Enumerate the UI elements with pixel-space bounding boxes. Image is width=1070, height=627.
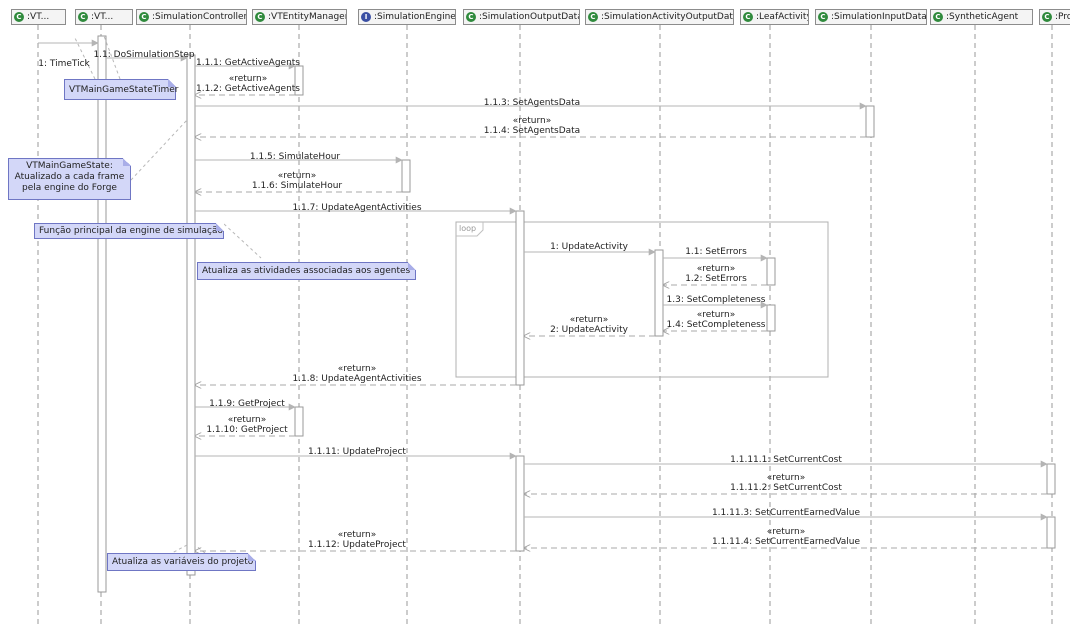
message-label-m1_1_5: 1.1.5: SimulateHour <box>249 152 341 162</box>
class-icon: C <box>139 12 149 22</box>
lifeline-header-outdata[interactable]: C:SimulationOutputData <box>463 9 580 25</box>
loop-operator-label: loop <box>459 224 477 233</box>
lifeline-header-vt1[interactable]: C:VT... <box>11 9 66 25</box>
return-message-label-m1_1_6: «return» 1.1.6: SimulateHour <box>251 171 343 191</box>
lifeline-label: :LeafActivity <box>756 12 809 22</box>
activation-bar[interactable] <box>97 35 107 593</box>
message-label-m1_1_11_1: 1.1.11.1: SetCurrentCost <box>730 455 842 465</box>
return-message-label-m1_1_11_2: «return» 1.1.11.2: SetCurrentCost <box>730 473 842 493</box>
lifeline-label: :SimulationInputData <box>831 12 927 22</box>
return-message-label-m1_1_4: «return» 1.1.4: SetAgentsData <box>483 116 581 136</box>
message-label-m1_1_11: 1.1.11: UpdateProject <box>308 447 406 457</box>
lifeline-header-proj[interactable]: C:Projec <box>1039 9 1070 25</box>
activation-bar[interactable] <box>654 249 664 337</box>
note-main[interactable]: Função principal da engine de simulação <box>34 223 224 239</box>
note-agents[interactable]: Atualiza as atividades associadas aos ag… <box>197 262 416 280</box>
lifeline-label: :VTEntityManager <box>268 12 347 22</box>
message-label-mL1: 1: UpdateActivity <box>550 242 628 252</box>
activation-bar[interactable] <box>766 304 776 332</box>
lifeline-label: :SimulationController <box>152 12 247 22</box>
activation-bar[interactable] <box>515 210 525 386</box>
return-message-label-m1_1_2: «return» 1.1.2: GetActiveAgents <box>195 74 301 94</box>
return-message-label-m1_1_11_4: «return» 1.1.11.4: SetCurrentEarnedValue <box>711 527 861 547</box>
lifeline-label: :SimulationOutputData <box>479 12 580 22</box>
lifeline-header-leaf[interactable]: C:LeafActivity <box>740 9 809 25</box>
activation-bar[interactable] <box>294 406 304 437</box>
return-message-label-mL2: «return» 2: UpdateActivity <box>550 315 628 335</box>
lifeline-label: :VT... <box>27 12 50 22</box>
note-connector <box>223 223 262 259</box>
activation-bar[interactable] <box>1046 463 1056 495</box>
lifeline-label: :SyntheticAgent <box>946 12 1019 22</box>
message-label-m1_1_7: 1.1.7: UpdateAgentActivities <box>292 203 422 213</box>
lifeline-header-indata[interactable]: C:SimulationInputData <box>815 9 927 25</box>
activation-bar[interactable] <box>1046 516 1056 549</box>
return-message-label-mL1_4: «return» 1.4: SetCompleteness <box>666 310 766 330</box>
lifeline-label: :SimulationEngine <box>374 12 456 22</box>
class-icon: C <box>466 12 476 22</box>
message-label-mL1_3: 1.3: SetCompleteness <box>666 295 766 305</box>
note-project[interactable]: Atualiza as variáveis do projeto <box>107 553 256 571</box>
message-label-m1_1_11_3: 1.1.11.3: SetCurrentEarnedValue <box>711 508 861 518</box>
lifeline-header-entmgr[interactable]: C:VTEntityManager <box>252 9 347 25</box>
message-label-m1_1_9: 1.1.9: GetProject <box>209 399 285 409</box>
note-connector <box>73 35 96 80</box>
note-timer[interactable]: VTMainGameStateTimer <box>64 79 178 100</box>
lifeline-label: :Projec <box>1055 12 1070 22</box>
lifeline-header-vt2[interactable]: C:VT... <box>75 9 133 25</box>
lifeline-label: :VT... <box>91 12 114 22</box>
message-label-m1: 1: TimeTick <box>38 59 90 69</box>
activation-bar[interactable] <box>766 257 776 286</box>
activation-bar[interactable] <box>865 105 875 138</box>
note-state[interactable]: VTMainGameState: Atualizado a cada frame… <box>8 158 131 200</box>
class-icon: C <box>588 12 598 22</box>
return-message-label-m1_1_12: «return» 1.1.12: UpdateProject <box>308 530 406 550</box>
note-connector <box>194 544 206 554</box>
return-message-label-mL1_2: «return» 1.2: SetErrors <box>685 264 747 284</box>
message-label-m1_1_1: 1.1.1: GetActiveAgents <box>195 58 301 68</box>
message-label-m1_1_3: 1.1.3: SetAgentsData <box>483 98 581 108</box>
lifeline-header-agent[interactable]: C:SyntheticAgent <box>930 9 1033 25</box>
activation-bar[interactable] <box>401 159 411 193</box>
message-label-m1_1: 1.1: DoSimulationStep <box>93 50 195 60</box>
class-icon: C <box>255 12 265 22</box>
activation-bar[interactable] <box>186 54 196 576</box>
lifeline-header-engine[interactable]: I:SimulationEngine <box>358 9 456 25</box>
message-label-mL1_1: 1.1: SetErrors <box>685 247 747 257</box>
class-icon: C <box>1042 12 1052 22</box>
return-message-label-m1_1_8: «return» 1.1.8: UpdateAgentActivities <box>292 364 422 384</box>
class-icon: C <box>78 12 88 22</box>
lifeline-header-simctrl[interactable]: C:SimulationController <box>136 9 247 25</box>
note-connector <box>171 544 188 554</box>
loop-fragment[interactable] <box>455 221 829 378</box>
class-icon: C <box>14 12 24 22</box>
lifeline-label: :SimulationActivityOutputData <box>601 12 734 22</box>
note-connector <box>130 119 188 181</box>
activation-bar[interactable] <box>515 455 525 552</box>
return-message-label-m1_1_10: «return» 1.1.10: GetProject <box>206 415 288 435</box>
class-icon: C <box>743 12 753 22</box>
interface-icon: I <box>361 12 371 22</box>
class-icon: C <box>818 12 828 22</box>
lifeline-header-actout[interactable]: C:SimulationActivityOutputData <box>585 9 734 25</box>
class-icon: C <box>933 12 943 22</box>
